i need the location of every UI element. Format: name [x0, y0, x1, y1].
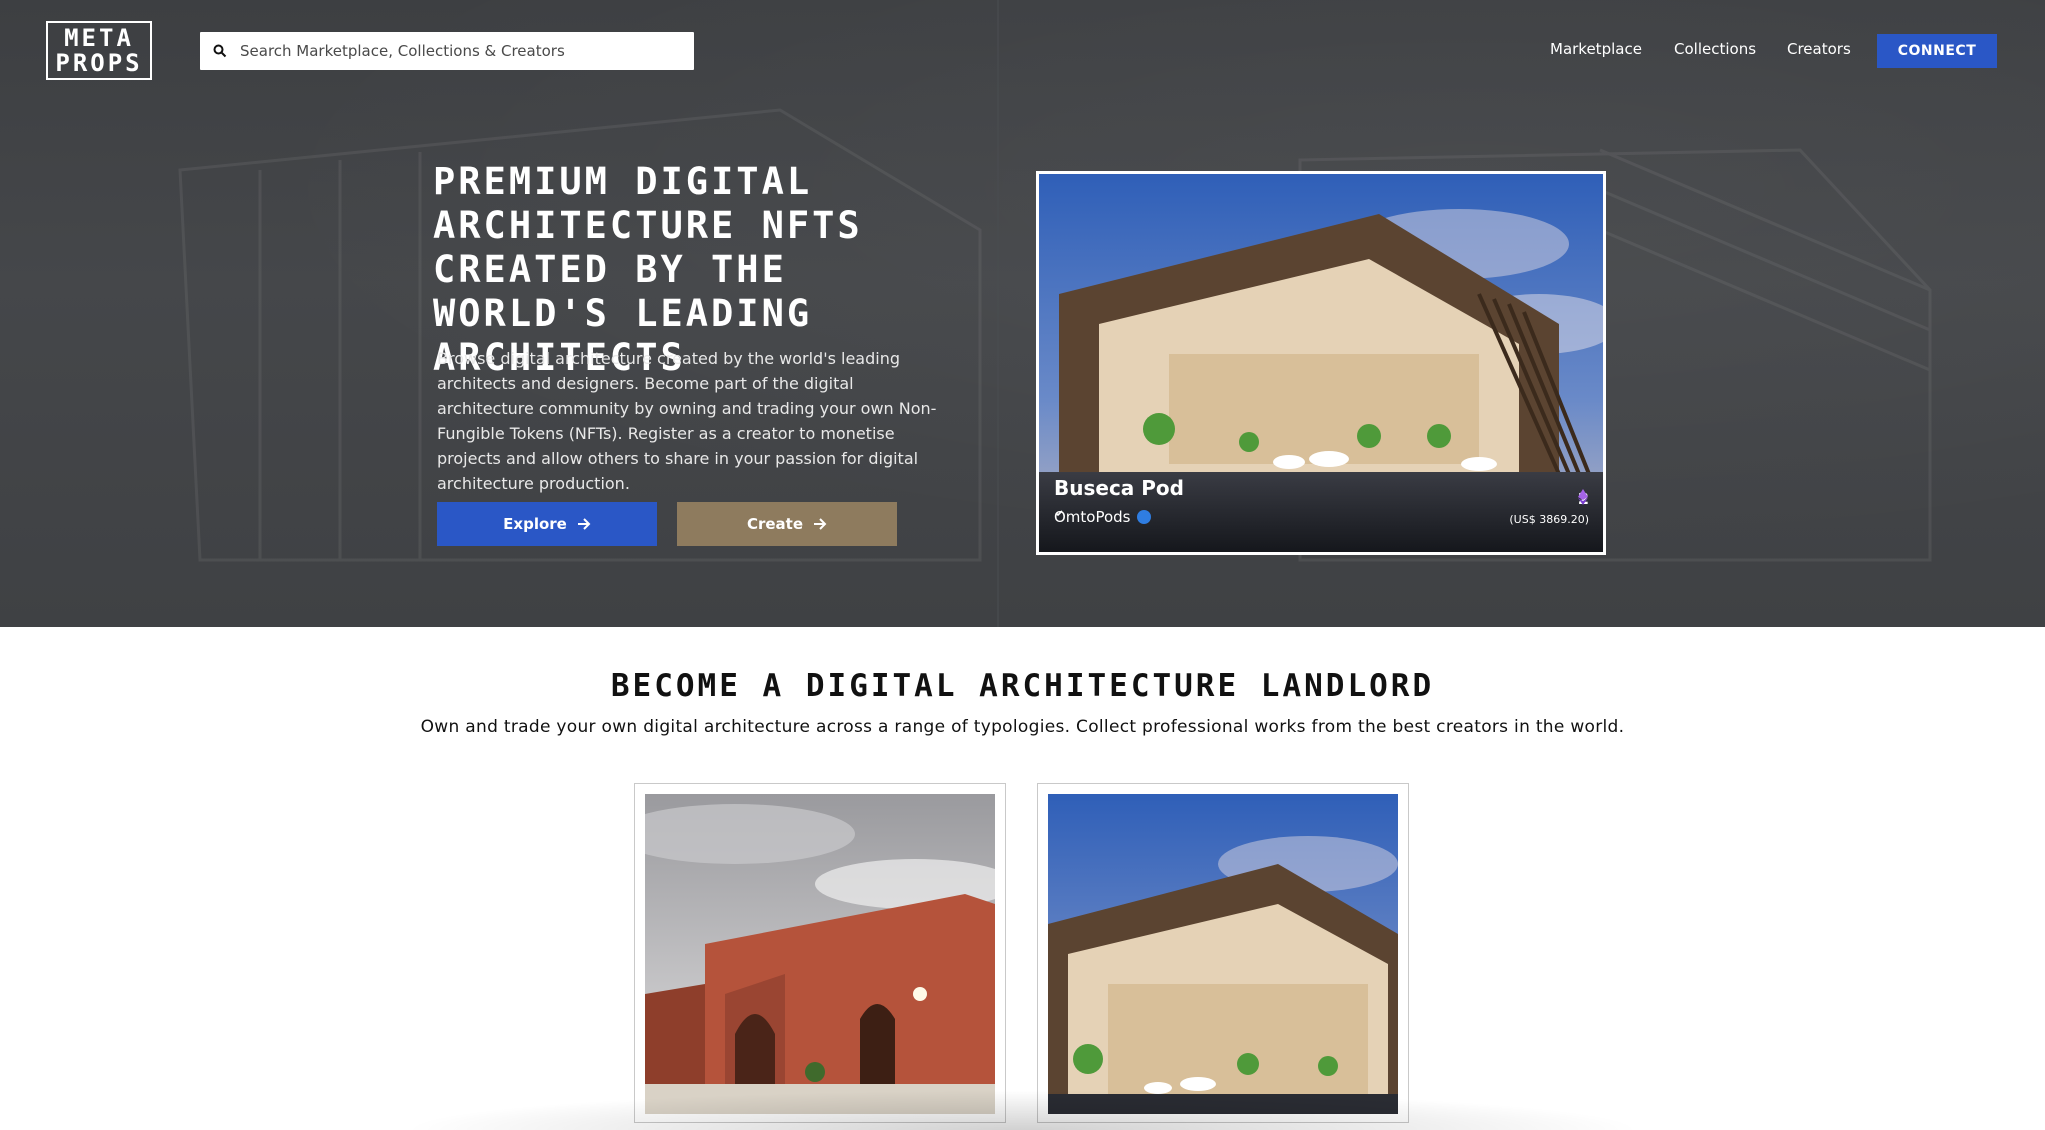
nft-card-image [1048, 794, 1398, 1114]
explore-button[interactable]: Explore [437, 502, 657, 546]
search-icon [200, 32, 240, 70]
featured-nft-price: 2 [1577, 489, 1589, 508]
hero-background-image [178, 0, 1932, 627]
create-button[interactable]: Create [677, 502, 897, 546]
bottom-shadow [400, 1090, 1645, 1130]
hero-intro: Browse digital architecture created by t… [437, 349, 937, 493]
nft-card[interactable] [1037, 783, 1409, 1123]
logo-line-2: PROPS [55, 49, 143, 77]
ethereum-icon [1577, 489, 1588, 505]
featured-nft-usd: (US$ 3869.20) [1509, 513, 1589, 526]
search-bar[interactable] [200, 32, 694, 70]
featured-nft-card[interactable]: Buseca Pod OmtoPods 2 (US$ 3869.20) [1036, 171, 1606, 555]
section-title: BECOME A DIGITAL ARCHITECTURE LANDLORD [610, 668, 1435, 704]
metaprops-logo[interactable]: META PROPS [46, 21, 152, 80]
hero-section: META PROPS Marketplace Collections Creat… [0, 0, 2045, 627]
arrow-right-icon [577, 518, 591, 530]
explore-label: Explore [503, 515, 567, 533]
nav-collections[interactable]: Collections [1674, 40, 1756, 58]
nft-card[interactable] [634, 783, 1006, 1123]
nft-card-image [645, 794, 995, 1114]
featured-nft-title: Buseca Pod [1054, 476, 1184, 500]
nav-creators[interactable]: Creators [1787, 40, 1851, 58]
section-subtitle: Own and trade your own digital architect… [420, 717, 1625, 737]
verified-badge-icon [1055, 510, 1151, 524]
search-input[interactable] [240, 33, 694, 69]
creator-name: OmtoPods [1054, 508, 1131, 526]
arrow-right-icon [814, 518, 827, 530]
logo-line-1: META [64, 24, 134, 52]
featured-nft-creator[interactable]: OmtoPods [1054, 508, 1151, 526]
create-label: Create [746, 515, 804, 533]
connect-button[interactable]: CONNECT [1877, 34, 1997, 68]
nav-marketplace[interactable]: Marketplace [1550, 40, 1642, 58]
